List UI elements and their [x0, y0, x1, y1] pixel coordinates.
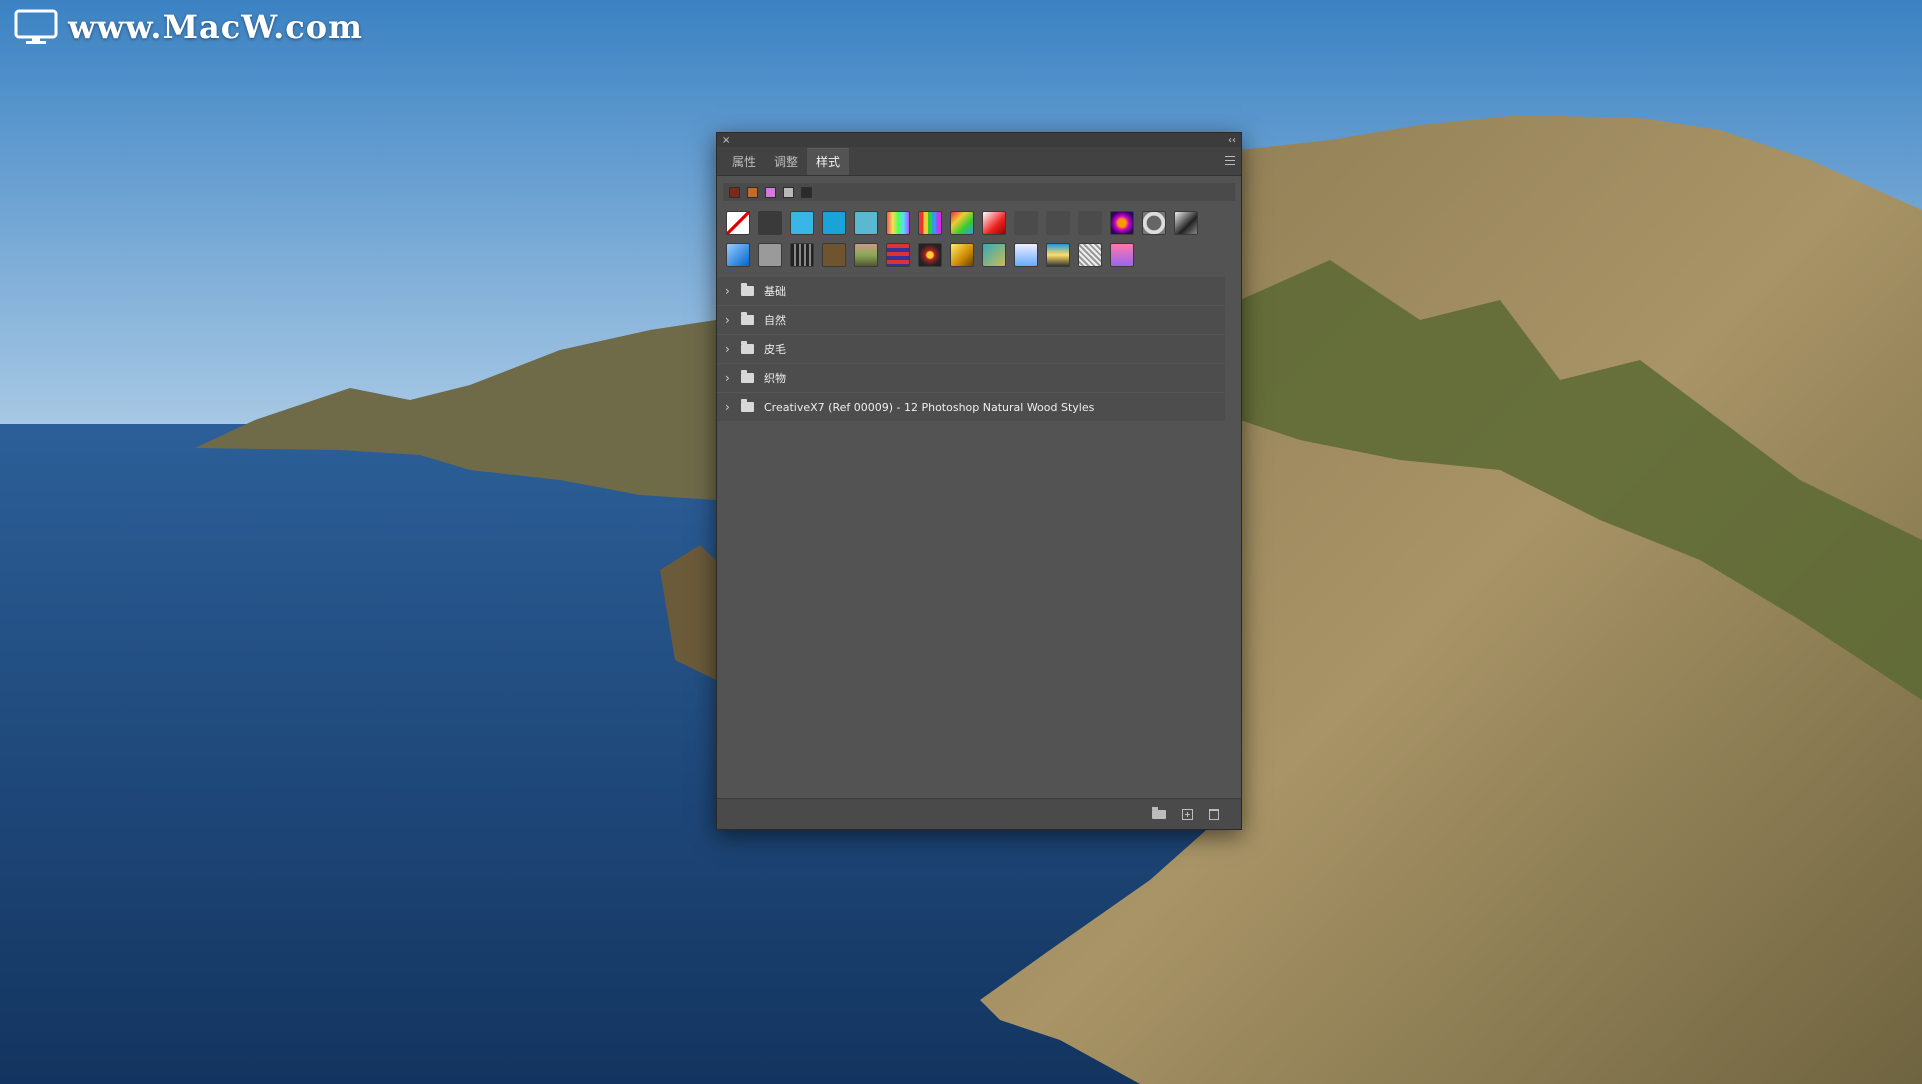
recent-style-swatch[interactable] — [783, 186, 794, 198]
style-swatch[interactable] — [790, 211, 814, 235]
style-swatch[interactable] — [1078, 243, 1102, 267]
style-swatch[interactable] — [1014, 211, 1038, 235]
recent-styles-bar — [723, 183, 1235, 201]
style-swatch[interactable] — [1110, 211, 1134, 235]
folder-icon — [741, 399, 754, 412]
style-swatch[interactable] — [854, 211, 878, 235]
style-swatch[interactable] — [1142, 211, 1166, 235]
style-swatch[interactable] — [1046, 211, 1070, 235]
style-swatch[interactable] — [982, 243, 1006, 267]
style-swatch[interactable] — [758, 243, 782, 267]
folder-icon — [741, 312, 754, 325]
folder-icon — [741, 341, 754, 354]
folder-label: 织物 — [764, 372, 786, 385]
recent-style-swatch[interactable] — [765, 186, 776, 198]
style-swatch[interactable] — [822, 243, 846, 267]
style-swatch[interactable] — [1174, 211, 1198, 235]
folder-icon — [741, 283, 754, 296]
folder-icon — [741, 370, 754, 383]
panel-footer — [717, 798, 1241, 829]
style-swatch[interactable] — [1046, 243, 1070, 267]
new-group-folder-icon[interactable] — [1152, 806, 1166, 819]
style-swatch[interactable] — [1110, 243, 1134, 267]
style-swatch[interactable] — [822, 211, 846, 235]
new-style-icon[interactable] — [1182, 808, 1193, 820]
style-swatch[interactable] — [790, 243, 814, 267]
style-swatch[interactable] — [950, 211, 974, 235]
watermark: www.MacW.com — [14, 8, 363, 46]
folder-label: 基础 — [764, 285, 786, 298]
tab-properties[interactable]: 属性 — [723, 149, 765, 175]
style-swatch-grid — [717, 201, 1241, 267]
style-folder-list: › 基础 › 自然 › 皮毛 › 织物 › CreativeX7 (Ref 00… — [717, 277, 1225, 422]
style-swatch[interactable] — [726, 211, 750, 235]
recent-style-swatch[interactable] — [729, 186, 740, 198]
watermark-text: www.MacW.com — [68, 8, 363, 46]
style-swatch[interactable] — [1078, 211, 1102, 235]
style-swatch[interactable] — [758, 211, 782, 235]
folder-row-basics[interactable]: › 基础 — [717, 277, 1225, 306]
style-swatch[interactable] — [886, 211, 910, 235]
panel-titlebar[interactable]: × ‹‹ — [717, 133, 1241, 147]
folder-row-fabric[interactable]: › 织物 — [717, 364, 1225, 393]
style-swatch[interactable] — [950, 243, 974, 267]
collapse-icon[interactable]: ‹‹ — [1228, 135, 1236, 146]
folder-label: 皮毛 — [764, 343, 786, 356]
style-swatch[interactable] — [918, 211, 942, 235]
chevron-right-icon[interactable]: › — [725, 400, 733, 414]
folder-row-nature[interactable]: › 自然 — [717, 306, 1225, 335]
tab-styles[interactable]: 样式 — [807, 148, 850, 175]
recent-style-swatch[interactable] — [747, 186, 758, 198]
folder-row-fur[interactable]: › 皮毛 — [717, 335, 1225, 364]
folder-row-wood-styles[interactable]: › CreativeX7 (Ref 00009) - 12 Photoshop … — [717, 393, 1225, 422]
recent-style-swatch[interactable] — [801, 186, 812, 198]
monitor-logo-icon — [14, 9, 58, 44]
style-swatch[interactable] — [854, 243, 878, 267]
style-swatch[interactable] — [982, 211, 1006, 235]
panel-menu-icon[interactable] — [1225, 156, 1235, 165]
trash-icon[interactable] — [1209, 808, 1219, 820]
style-swatch[interactable] — [726, 243, 750, 267]
close-icon[interactable]: × — [722, 135, 730, 146]
panel-tabs: 属性 调整 样式 — [717, 147, 1241, 176]
style-swatch[interactable] — [886, 243, 910, 267]
chevron-right-icon[interactable]: › — [725, 342, 733, 356]
folder-label: CreativeX7 (Ref 00009) - 12 Photoshop Na… — [764, 400, 1095, 414]
chevron-right-icon[interactable]: › — [725, 313, 733, 327]
chevron-right-icon[interactable]: › — [725, 371, 733, 385]
tab-adjustments[interactable]: 调整 — [765, 149, 807, 175]
chevron-right-icon[interactable]: › — [725, 284, 733, 298]
folder-label: 自然 — [764, 314, 786, 327]
styles-panel: × ‹‹ 属性 调整 样式 › 基础 › 自然 › 皮毛 › 织物 › Crea… — [716, 132, 1242, 830]
style-swatch[interactable] — [918, 243, 942, 267]
style-swatch[interactable] — [1014, 243, 1038, 267]
